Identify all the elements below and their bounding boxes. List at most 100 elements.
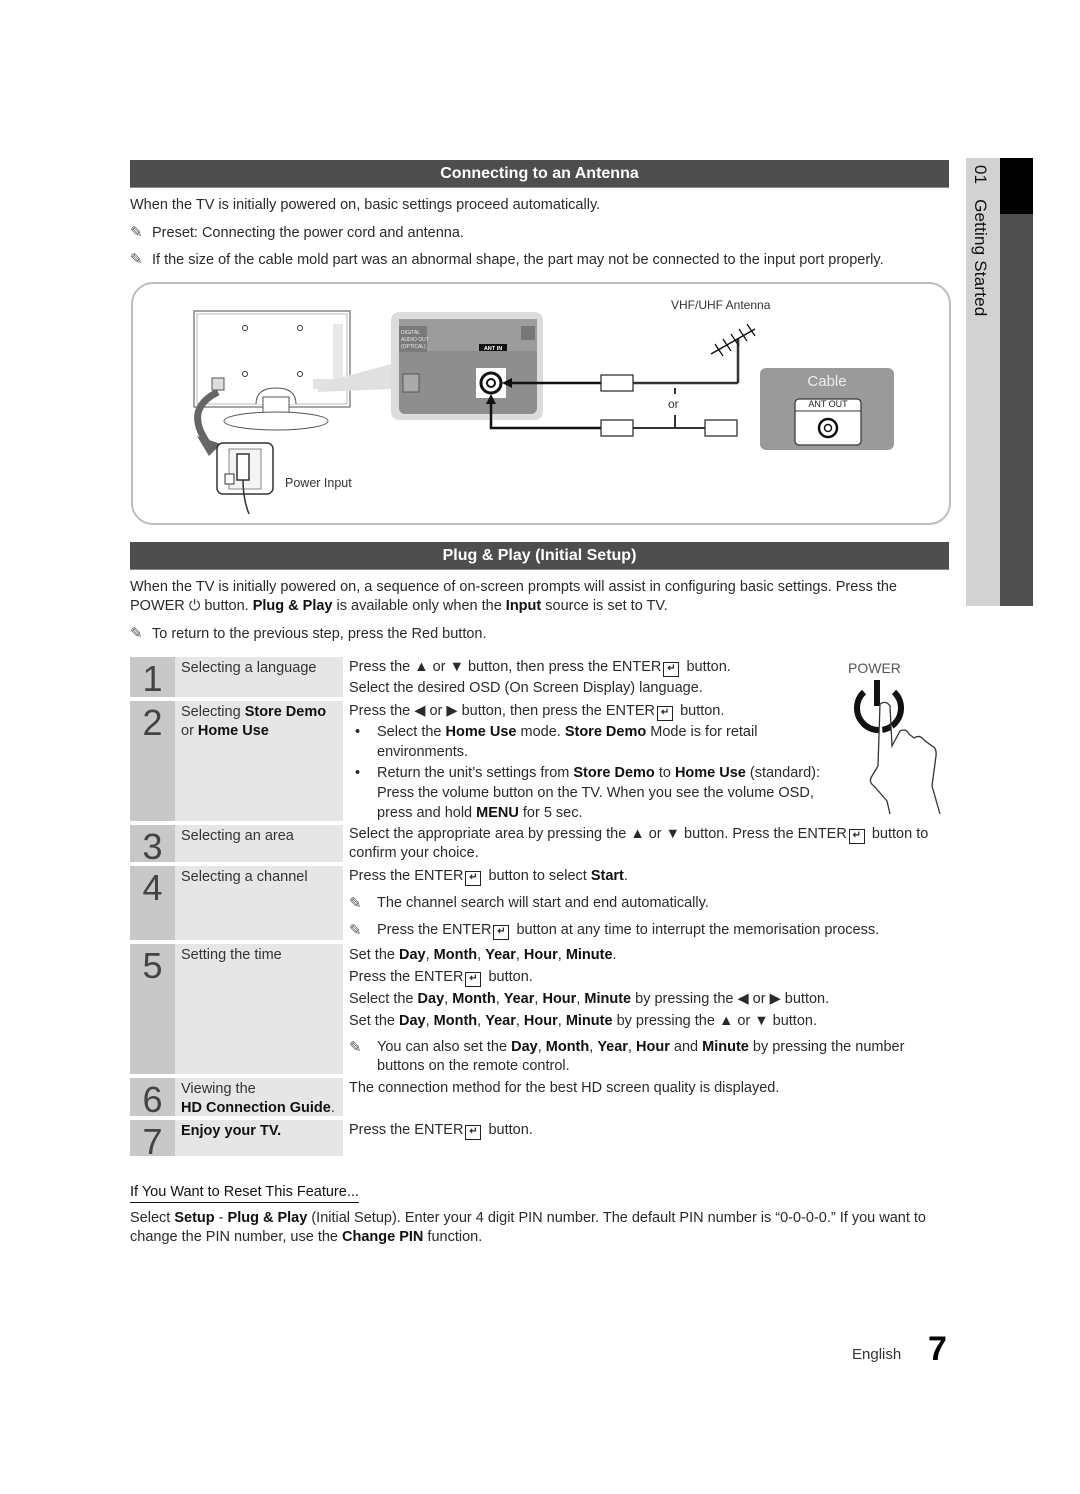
step-4: 4 Selecting a channel Press the ENTER ↵ b…: [130, 866, 950, 940]
text: by pressing the: [616, 1013, 715, 1029]
note-text: To return to the previous step, press th…: [152, 626, 487, 642]
term: Minute: [565, 947, 613, 963]
enter-label: ENTER: [797, 826, 847, 842]
term: Month: [452, 991, 496, 1007]
text: button, then press the: [461, 703, 602, 719]
term: Year: [503, 991, 535, 1007]
text: or: [181, 723, 198, 739]
step-title: Selecting a channel: [175, 866, 343, 940]
note-pencil-icon: ✎: [130, 251, 143, 268]
step-body: Press the ◀ or ▶ button, then press the …: [349, 701, 949, 823]
note-pencil-icon: ✎: [349, 922, 362, 939]
step-5: 5 Setting the time Set the Day, Month, Y…: [130, 944, 950, 1074]
text: button, then press the: [467, 659, 609, 675]
cable-label: Cable: [807, 373, 847, 390]
term: Home Use: [674, 765, 746, 781]
text: Press the: [349, 703, 411, 719]
term: Hour: [542, 991, 577, 1007]
term: Minute: [565, 1013, 613, 1029]
term: Store Demo: [573, 765, 655, 781]
term: Minute: [584, 991, 632, 1007]
plug-play-section-header: Plug & Play (Initial Setup): [130, 542, 949, 570]
chapter-title: Getting Started: [971, 199, 990, 317]
note-text: If the size of the cable mold part was a…: [152, 252, 884, 268]
text: button: [686, 659, 727, 675]
text: Enjoy your TV.: [181, 1123, 282, 1139]
text: button at any time to interrupt the memo…: [516, 922, 880, 938]
plug-play-note: ✎ To return to the previous step, press t…: [130, 624, 950, 644]
note-pencil-icon: ✎: [349, 1039, 362, 1056]
note-pencil-icon: ✎: [349, 895, 362, 912]
step-body: Select the appropriate area by pressing …: [349, 825, 949, 863]
text: button: [680, 703, 721, 719]
intro-text: When the TV is initially powered on, a s…: [130, 579, 897, 595]
enter-label: ENTER: [414, 1122, 464, 1138]
term: Start: [590, 868, 624, 884]
antenna-note-1: ✎ Preset: Connecting the power cord and a…: [130, 223, 950, 243]
enter-icon: ↵: [465, 871, 482, 886]
plug-play-intro: When the TV is initially powered on, a s…: [130, 578, 950, 616]
svg-text:ANT IN: ANT IN: [484, 346, 502, 352]
chapter-tab-marker: [1000, 158, 1033, 214]
text: Set the: [349, 947, 395, 963]
power-icon: ⏻: [188, 598, 201, 614]
enter-label: ENTER: [605, 703, 656, 719]
hd-connection-guide-term: HD Connection Guide: [181, 1100, 331, 1116]
term: Day: [511, 1039, 538, 1055]
text: Select the: [377, 724, 442, 740]
note-pencil-icon: ✎: [130, 625, 143, 642]
antenna-intro: When the TV is initially powered on, bas…: [130, 197, 601, 213]
footer-language: English: [852, 1346, 902, 1363]
page-number: 7: [928, 1330, 947, 1368]
text: Selecting: [181, 704, 245, 720]
term: Plug & Play: [227, 1210, 308, 1226]
antenna-section-header: Connecting to an Antenna: [130, 160, 949, 188]
text: Select: [130, 1210, 171, 1226]
text: button. Press the: [684, 826, 794, 842]
text: Viewing the: [181, 1081, 256, 1097]
term: Day: [398, 947, 426, 963]
step-title: Selecting an area: [175, 825, 343, 862]
text: button: [784, 991, 826, 1007]
note: ✎ You can also set the Day, Month, Year, …: [349, 1039, 905, 1074]
enter-label: ENTER: [442, 922, 492, 938]
step-body: Press the ENTER ↵ button.: [349, 1122, 533, 1140]
or-label: or: [668, 397, 679, 411]
tv-port-panel: DIGITAL AUDIO OUT (OPTICAL) ANT IN: [391, 312, 543, 420]
note: ✎ The channel search will start and end a…: [349, 893, 949, 914]
text: Select the desired OSD (On Screen Displa…: [349, 680, 703, 696]
step-title: Viewing the HD Connection Guide.: [175, 1078, 343, 1116]
antenna-label: VHF/UHF Antenna: [671, 298, 771, 312]
step-number: 3: [130, 825, 175, 867]
text: Select the: [349, 991, 414, 1007]
step-title: Setting the time: [175, 944, 343, 1074]
store-demo-term: Store Demo: [244, 704, 327, 720]
intro-text: source is set to TV.: [545, 598, 668, 614]
intro-text: is available only when the: [336, 598, 502, 614]
step-2: 2 Selecting Store Demo or Home Use Press…: [130, 701, 950, 821]
text: mode.: [520, 724, 561, 740]
step-number: 7: [130, 1120, 175, 1162]
reset-text: Select Setup - Plug & Play (Initial Setu…: [130, 1209, 950, 1247]
text: button to select: [488, 868, 587, 884]
enter-icon: ↵: [465, 972, 482, 987]
step-number: 1: [130, 657, 175, 699]
step-title: Selecting a language: [175, 657, 343, 697]
enter-icon: ↵: [465, 1125, 482, 1140]
step-body: Press the ENTER ↵ button to select Start.…: [349, 866, 949, 941]
step-7: 7 Enjoy your TV. Press the ENTER ↵ button…: [130, 1120, 533, 1162]
term: Change PIN: [342, 1229, 424, 1245]
note-pencil-icon: ✎: [130, 224, 143, 241]
text: button: [488, 1122, 529, 1138]
term: MENU: [476, 805, 519, 821]
step-number: 2: [130, 701, 175, 821]
reset-section-title: If You Want to Reset This Feature...: [130, 1184, 359, 1203]
bullet-item: Select the Home Use mode. Store Demo Mod…: [349, 722, 827, 762]
text: and: [673, 1039, 699, 1055]
text: You can also set the: [377, 1039, 508, 1055]
term: Home Use: [445, 724, 517, 740]
chapter-tab-label: 01 Getting Started: [970, 165, 990, 316]
term: Hour: [523, 1013, 558, 1029]
term: Day: [417, 991, 445, 1007]
chapter-tab-bar: [1000, 158, 1033, 606]
